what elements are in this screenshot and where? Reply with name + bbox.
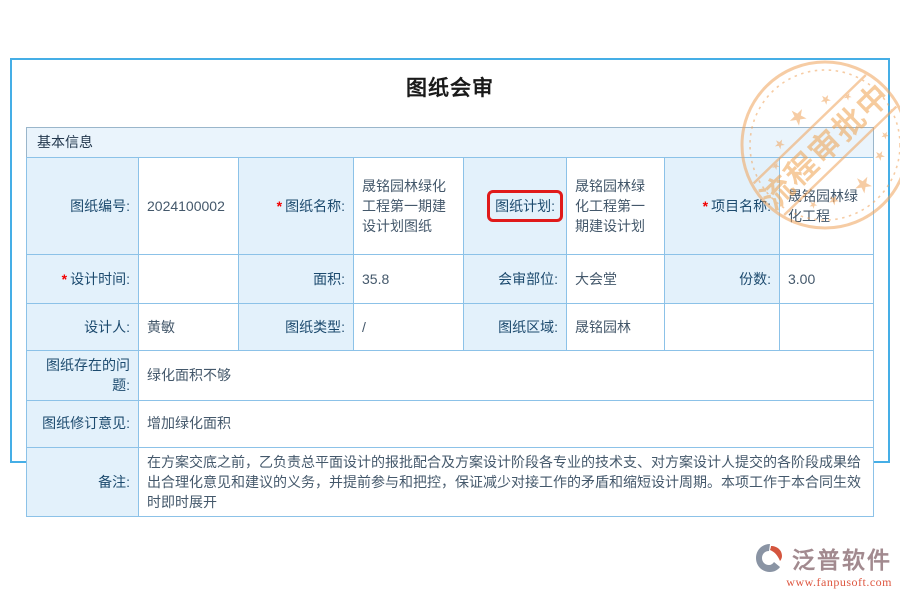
fanpu-logo-icon xyxy=(754,542,788,574)
field-value-drawing-name: 晟铭园林绿化工程第一期建设计划图纸 xyxy=(354,158,464,255)
field-label-drawing-region: 图纸区域: xyxy=(464,304,567,351)
field-value-review-location: 大会堂 xyxy=(567,255,665,304)
field-label-area: 面积: xyxy=(239,255,354,304)
section-header-basic-info: 基本信息 xyxy=(26,127,874,158)
field-value-area: 35.8 xyxy=(354,255,464,304)
field-label-remarks: 备注: xyxy=(27,447,139,517)
basic-info-panel: 基本信息 图纸编号: 2024100002 *图纸名称: 晟铭园林绿化工程第一期… xyxy=(26,127,874,517)
field-label-design-time: *设计时间: xyxy=(27,255,139,304)
field-value-drawing-plan: 晟铭园林绿化工程第一期建设计划 xyxy=(567,158,665,255)
table-row: 设计人: 黄敏 图纸类型: / 图纸区域: 晟铭园林 xyxy=(27,304,874,351)
field-label-drawing-type: 图纸类型: xyxy=(239,304,354,351)
brand-name: 泛普软件 xyxy=(792,541,892,575)
brand-url: www.fanpusoft.com xyxy=(732,575,892,590)
field-label-drawing-name: *图纸名称: xyxy=(239,158,354,255)
table-row: 图纸修订意见: 增加绿化面积 xyxy=(27,400,874,447)
field-value-drawing-type: / xyxy=(354,304,464,351)
field-value-project-name: 晟铭园林绿化工程 xyxy=(780,158,874,255)
table-row: 图纸编号: 2024100002 *图纸名称: 晟铭园林绿化工程第一期建设计划图… xyxy=(27,158,874,255)
field-value-revision-opinion: 增加绿化面积 xyxy=(139,400,874,447)
empty-cell xyxy=(780,304,874,351)
field-label-revision-opinion: 图纸修订意见: xyxy=(27,400,139,447)
field-value-problems: 绿化面积不够 xyxy=(139,351,874,401)
field-label-copies: 份数: xyxy=(665,255,780,304)
field-value-designer: 黄敏 xyxy=(139,304,239,351)
field-label-review-location: 会审部位: xyxy=(464,255,567,304)
table-row: *设计时间: 面积: 35.8 会审部位: 大会堂 份数: 3.00 xyxy=(27,255,874,304)
page-title: 图纸会审 xyxy=(12,72,888,102)
field-label-designer: 设计人: xyxy=(27,304,139,351)
table-row: 图纸存在的问题: 绿化面积不够 xyxy=(27,351,874,401)
field-value-design-time xyxy=(139,255,239,304)
required-asterisk: * xyxy=(277,198,282,214)
field-value-copies: 3.00 xyxy=(780,255,874,304)
field-value-remarks: 在方案交底之前，乙负责总平面设计的报批配合及方案设计阶段各专业的技术支、对方案设… xyxy=(139,447,874,517)
field-label-drawing-no: 图纸编号: xyxy=(27,158,139,255)
vendor-brand: 泛普软件 www.fanpusoft.com xyxy=(732,541,892,590)
field-label-problems: 图纸存在的问题: xyxy=(27,351,139,401)
field-label-project-name: *项目名称: xyxy=(665,158,780,255)
required-asterisk: * xyxy=(62,271,67,287)
basic-info-table: 图纸编号: 2024100002 *图纸名称: 晟铭园林绿化工程第一期建设计划图… xyxy=(26,157,874,517)
highlight-red-box: 图纸计划: xyxy=(487,190,563,222)
empty-cell xyxy=(665,304,780,351)
field-value-drawing-no: 2024100002 xyxy=(139,158,239,255)
field-value-drawing-region: 晟铭园林 xyxy=(567,304,665,351)
table-row: 备注: 在方案交底之前，乙负责总平面设计的报批配合及方案设计阶段各专业的技术支、… xyxy=(27,447,874,517)
drawing-review-form: 图纸会审 基本信息 图纸编号: 2024100002 *图纸名称: 晟铭园林绿化… xyxy=(10,58,890,463)
field-label-drawing-plan: 图纸计划: xyxy=(464,158,567,255)
required-asterisk: * xyxy=(703,198,708,214)
